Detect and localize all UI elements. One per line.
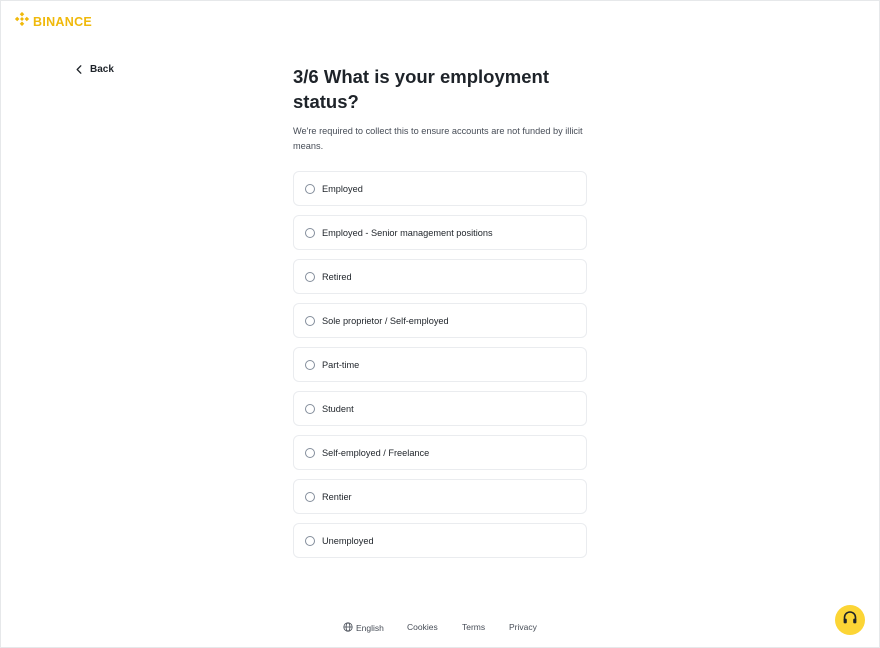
- option-label: Part-time: [322, 359, 360, 370]
- terms-link[interactable]: Terms: [462, 622, 485, 632]
- option-label: Student: [322, 403, 354, 414]
- option-rentier[interactable]: Rentier: [293, 479, 587, 514]
- back-button[interactable]: Back: [76, 64, 114, 75]
- option-student[interactable]: Student: [293, 391, 587, 426]
- option-label: Sole proprietor / Self-employed: [322, 315, 449, 326]
- option-retired[interactable]: Retired: [293, 259, 587, 294]
- language-label: English: [356, 623, 384, 633]
- radio-button[interactable]: [305, 227, 315, 238]
- question-header: 3/6 What is your employment status? We'r…: [293, 64, 587, 153]
- option-part-time[interactable]: Part-time: [293, 347, 587, 382]
- option-self-employed-freelance[interactable]: Self-employed / Freelance: [293, 435, 587, 470]
- radio-button[interactable]: [305, 403, 315, 414]
- headset-icon: [841, 609, 859, 632]
- option-sole-proprietor[interactable]: Sole proprietor / Self-employed: [293, 303, 587, 338]
- binance-logo-icon: [14, 11, 30, 31]
- radio-button[interactable]: [305, 535, 315, 546]
- globe-icon: [343, 622, 353, 634]
- employment-options: Employed Employed - Senior management po…: [293, 171, 587, 567]
- option-label: Employed - Senior management positions: [322, 227, 493, 238]
- binance-logo[interactable]: BINANCE: [14, 11, 93, 31]
- support-chat-button[interactable]: [835, 605, 865, 635]
- option-employed[interactable]: Employed: [293, 171, 587, 206]
- radio-button[interactable]: [305, 447, 315, 458]
- radio-button[interactable]: [305, 183, 315, 194]
- radio-button[interactable]: [305, 491, 315, 502]
- option-label: Rentier: [322, 491, 352, 502]
- cookies-link[interactable]: Cookies: [407, 622, 438, 632]
- language-selector[interactable]: English: [343, 622, 384, 634]
- radio-button[interactable]: [305, 315, 315, 326]
- chevron-left-icon: [76, 65, 82, 74]
- option-label: Unemployed: [322, 535, 374, 546]
- privacy-link[interactable]: Privacy: [509, 622, 537, 632]
- radio-button[interactable]: [305, 359, 315, 370]
- option-label: Retired: [322, 271, 352, 282]
- option-label: Self-employed / Freelance: [322, 447, 430, 458]
- option-unemployed[interactable]: Unemployed: [293, 523, 587, 558]
- page-subtitle: We're required to collect this to ensure…: [293, 126, 583, 151]
- back-label: Back: [90, 64, 114, 75]
- option-label: Employed: [322, 183, 363, 194]
- page-title: 3/6 What is your employment status?: [293, 66, 549, 112]
- binance-logo-text: BINANCE: [33, 14, 93, 29]
- radio-button[interactable]: [305, 271, 315, 282]
- footer: English Cookies Terms Privacy: [0, 622, 880, 636]
- option-employed-senior-management[interactable]: Employed - Senior management positions: [293, 215, 587, 250]
